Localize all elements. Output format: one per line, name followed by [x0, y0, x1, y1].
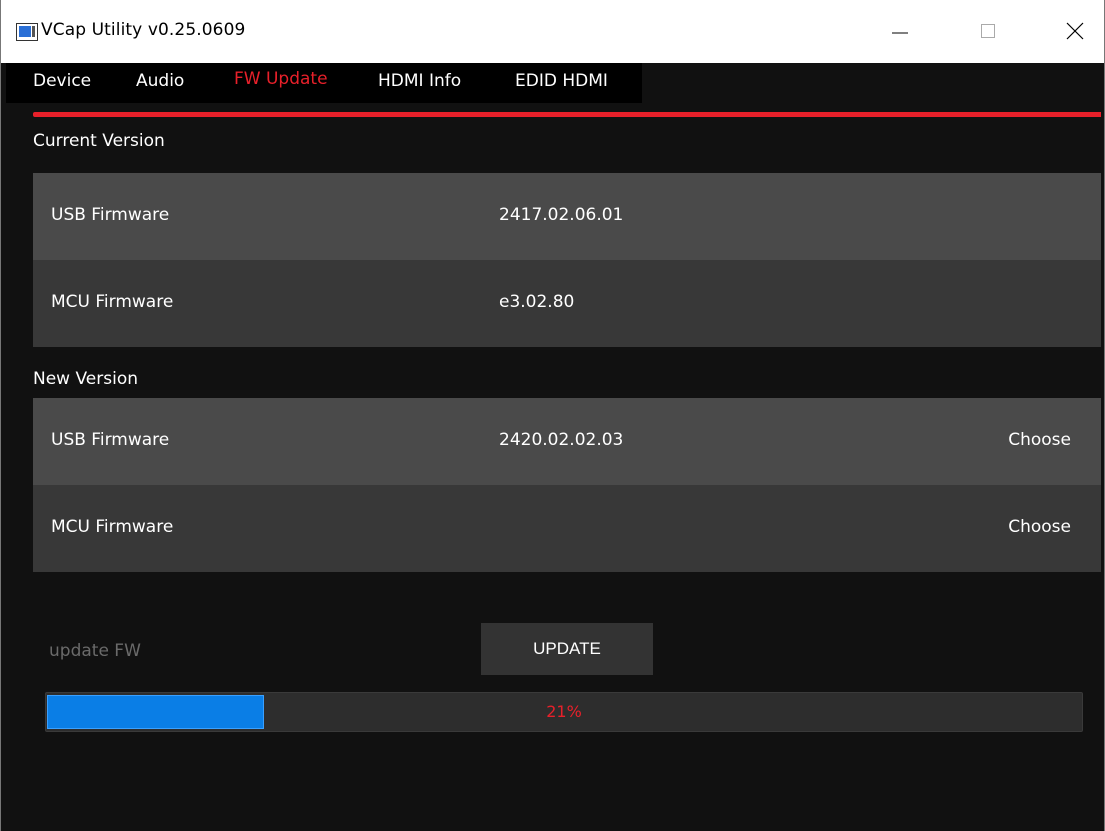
tab-audio[interactable]: Audio — [136, 71, 184, 91]
close-button[interactable] — [1046, 0, 1105, 63]
tab-device[interactable]: Device — [33, 71, 91, 91]
current-usb-firmware-value: 2417.02.06.01 — [499, 205, 624, 225]
current-usb-firmware-row: USB Firmware 2417.02.06.01 — [33, 173, 1101, 260]
tab-fw-update[interactable]: FW Update — [234, 69, 328, 89]
choose-usb-firmware-button[interactable]: Choose — [1008, 430, 1071, 450]
current-usb-firmware-label: USB Firmware — [51, 205, 170, 225]
close-icon — [1066, 22, 1084, 40]
minimize-icon — [892, 32, 908, 34]
current-version-heading: Current Version — [33, 131, 165, 151]
progress-percent-text: 21% — [546, 702, 582, 721]
update-progress-bar: 21% — [45, 692, 1083, 732]
current-mcu-firmware-label: MCU Firmware — [51, 292, 174, 312]
app-window: VCap Utility v0.25.0609 Device Audio FW … — [0, 0, 1105, 831]
new-version-heading: New Version — [33, 369, 138, 389]
maximize-icon — [981, 24, 995, 38]
update-fw-label: update FW — [49, 641, 141, 661]
tab-hdmi-info[interactable]: HDMI Info — [378, 71, 461, 91]
app-window-icon — [16, 23, 38, 41]
title-bar[interactable]: VCap Utility v0.25.0609 — [1, 0, 1104, 63]
update-button[interactable]: UPDATE — [481, 623, 653, 675]
window-title: VCap Utility v0.25.0609 — [41, 20, 246, 40]
current-mcu-firmware-value: e3.02.80 — [499, 292, 575, 312]
tab-bar: Device Audio FW Update HDMI Info EDID HD… — [6, 63, 642, 103]
minimize-button[interactable] — [871, 0, 931, 63]
new-mcu-firmware-label: MCU Firmware — [51, 517, 174, 537]
new-mcu-firmware-row: MCU Firmware Choose — [33, 485, 1101, 572]
new-usb-firmware-value: 2420.02.02.03 — [499, 430, 624, 450]
tab-edid-hdmi[interactable]: EDID HDMI — [515, 71, 608, 91]
active-tab-indicator — [33, 112, 1101, 117]
maximize-button[interactable] — [959, 0, 1019, 63]
current-mcu-firmware-row: MCU Firmware e3.02.80 — [33, 260, 1101, 347]
new-usb-firmware-row: USB Firmware 2420.02.02.03 Choose — [33, 398, 1101, 485]
new-usb-firmware-label: USB Firmware — [51, 430, 170, 450]
choose-mcu-firmware-button[interactable]: Choose — [1008, 517, 1071, 537]
